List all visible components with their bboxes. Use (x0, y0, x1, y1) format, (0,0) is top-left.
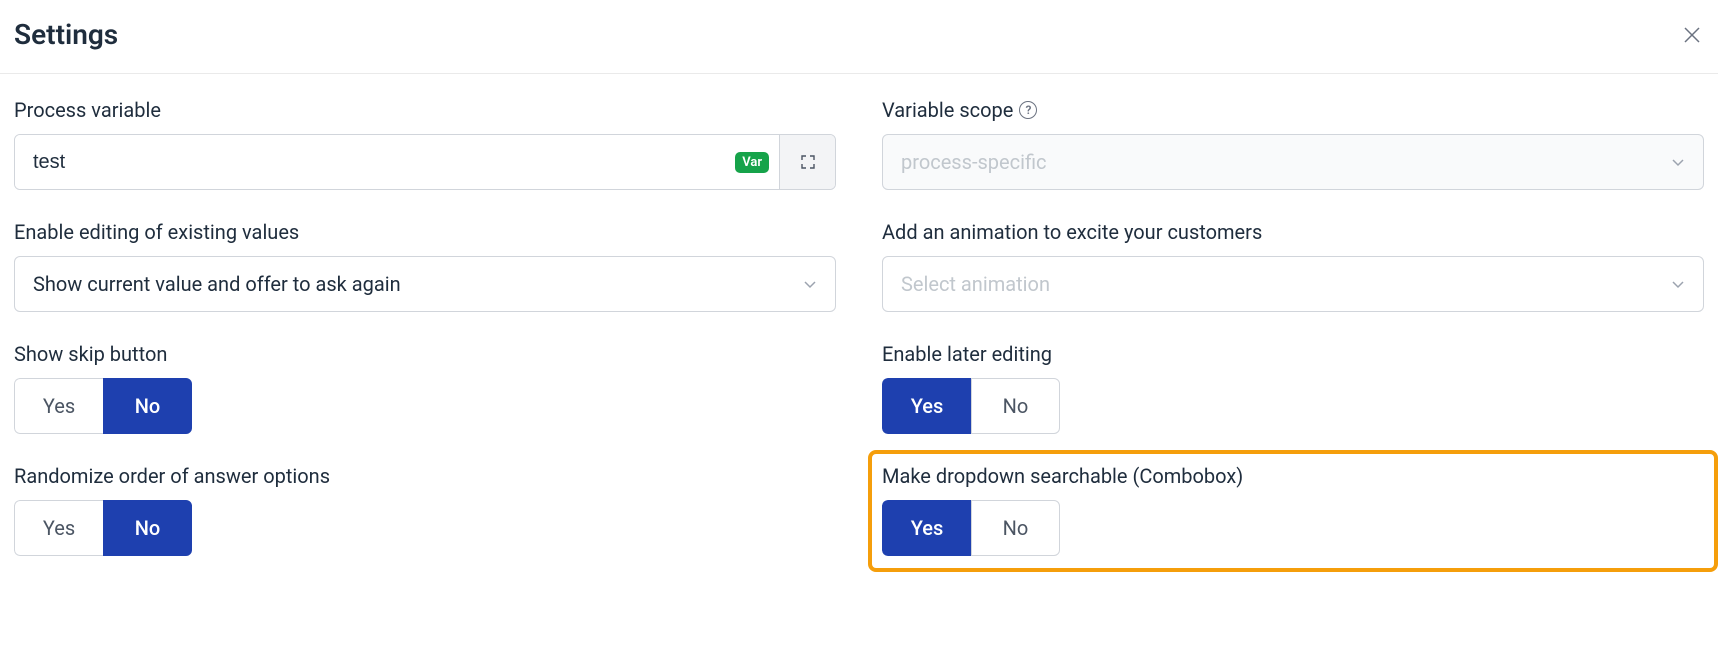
show-skip-label: Show skip button (14, 342, 836, 366)
chevron-down-icon (803, 277, 817, 291)
variable-scope-label: Variable scope ? (882, 98, 1704, 122)
randomize-yes-button[interactable]: Yes (14, 500, 103, 556)
show-skip-group: Show skip button Yes No (14, 342, 836, 434)
var-badge: Var (735, 152, 769, 173)
show-skip-yes-button[interactable]: Yes (14, 378, 103, 434)
randomize-label: Randomize order of answer options (14, 464, 836, 488)
searchable-label: Make dropdown searchable (Combobox) (882, 464, 1704, 488)
process-variable-group: Process variable Var (14, 98, 836, 190)
animation-label: Add an animation to excite your customer… (882, 220, 1704, 244)
enable-later-no-button[interactable]: No (971, 378, 1060, 434)
variable-scope-group: Variable scope ? process-specific (882, 98, 1704, 190)
enable-later-group: Enable later editing Yes No (882, 342, 1704, 434)
searchable-toggle: Yes No (882, 500, 1704, 556)
randomize-group: Randomize order of answer options Yes No (14, 464, 836, 556)
page-title: Settings (14, 18, 118, 51)
process-variable-label: Process variable (14, 98, 836, 122)
chevron-down-icon (1671, 155, 1685, 169)
animation-select[interactable]: Select animation (882, 256, 1704, 312)
enable-editing-group: Enable editing of existing values Show c… (14, 220, 836, 312)
enable-later-label: Enable later editing (882, 342, 1704, 366)
enable-editing-value: Show current value and offer to ask agai… (33, 272, 401, 296)
help-icon[interactable]: ? (1019, 101, 1037, 119)
enable-editing-label: Enable editing of existing values (14, 220, 836, 244)
expand-button[interactable] (779, 135, 835, 189)
randomize-toggle: Yes No (14, 500, 836, 556)
enable-later-yes-button[interactable]: Yes (882, 378, 971, 434)
enable-later-toggle: Yes No (882, 378, 1704, 434)
enable-editing-select[interactable]: Show current value and offer to ask agai… (14, 256, 836, 312)
searchable-no-button[interactable]: No (971, 500, 1060, 556)
process-variable-input[interactable] (15, 135, 735, 189)
settings-content: Process variable Var Enable editing of e… (0, 74, 1718, 580)
settings-header: Settings (0, 0, 1718, 74)
chevron-down-icon (1671, 277, 1685, 291)
randomize-no-button[interactable]: No (103, 500, 192, 556)
close-button[interactable] (1680, 23, 1704, 47)
variable-scope-placeholder: process-specific (901, 150, 1047, 174)
close-icon (1683, 26, 1701, 44)
animation-group: Add an animation to excite your customer… (882, 220, 1704, 312)
variable-scope-select[interactable]: process-specific (882, 134, 1704, 190)
right-column: Variable scope ? process-specific Add an… (882, 98, 1704, 556)
left-column: Process variable Var Enable editing of e… (14, 98, 836, 556)
animation-placeholder: Select animation (901, 272, 1050, 296)
process-variable-input-wrapper: Var (14, 134, 836, 190)
searchable-yes-button[interactable]: Yes (882, 500, 971, 556)
variable-scope-label-text: Variable scope (882, 98, 1013, 122)
searchable-group: Make dropdown searchable (Combobox) Yes … (882, 464, 1704, 556)
show-skip-no-button[interactable]: No (103, 378, 192, 434)
expand-icon (800, 154, 816, 170)
searchable-highlight: Make dropdown searchable (Combobox) Yes … (868, 450, 1718, 572)
show-skip-toggle: Yes No (14, 378, 836, 434)
